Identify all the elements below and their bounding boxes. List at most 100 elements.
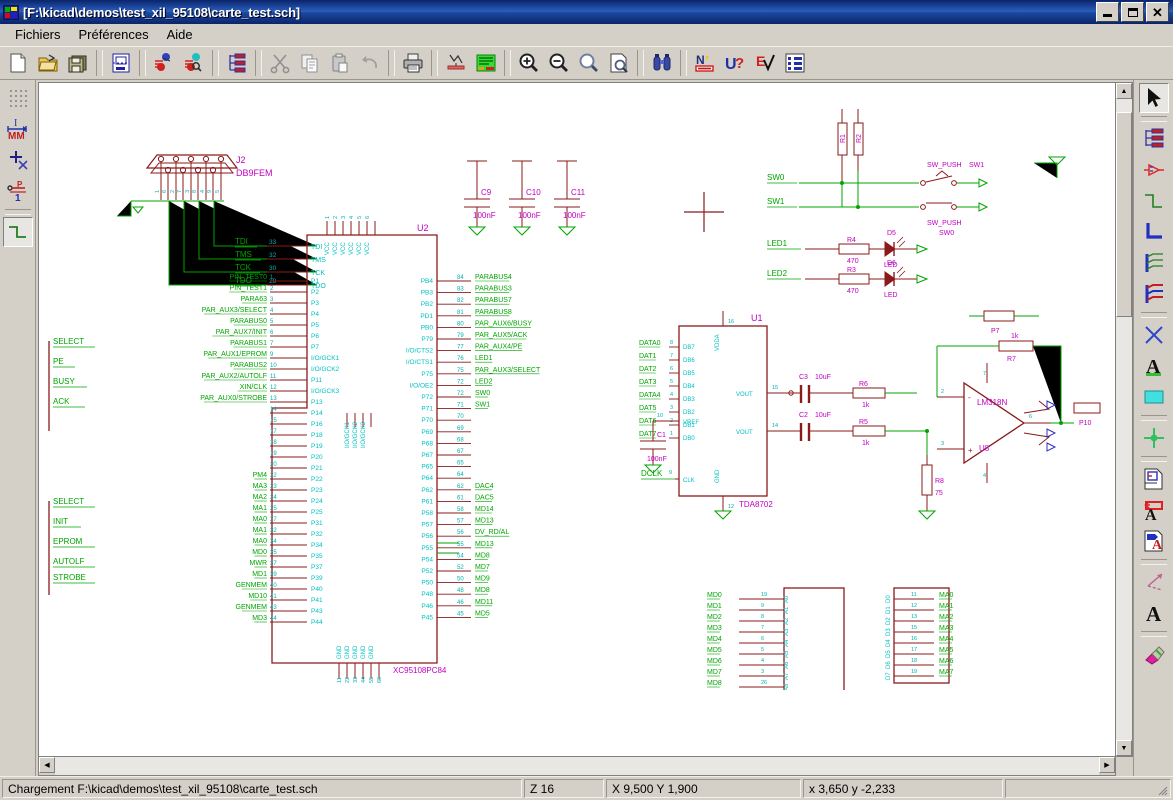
undo-button[interactable] [356, 49, 384, 77]
print-button[interactable] [399, 49, 427, 77]
scroll-left-button[interactable]: ◀ [39, 757, 55, 773]
pin-number: 45 [457, 611, 464, 617]
hierarchy-navigator-button[interactable] [223, 49, 251, 77]
toggle-grid-button[interactable] [3, 83, 33, 113]
scissors-icon [269, 52, 291, 74]
copy-button[interactable] [296, 49, 324, 77]
maximize-button[interactable] [1121, 2, 1144, 22]
svg-text:1k: 1k [862, 402, 870, 409]
save-schematic-button[interactable] [64, 49, 92, 77]
paste-button[interactable] [326, 49, 354, 77]
zoom-redraw-button[interactable] [575, 49, 603, 77]
menu-preferences[interactable]: Préférences [70, 25, 158, 44]
pin-name: D4 [886, 639, 892, 647]
svg-text:6: 6 [365, 216, 371, 219]
svg-text:INIT: INIT [53, 517, 68, 526]
pin-name: P48 [421, 591, 433, 598]
pin-name: D5 [886, 650, 892, 658]
scroll-up-button[interactable]: ▲ [1116, 83, 1132, 99]
hierarchy-push-tool-button[interactable] [1139, 124, 1169, 154]
window-title: [F:\kicad\demos\test_xil_95108\carte_tes… [23, 5, 1096, 20]
pin-name: A6 [784, 661, 790, 669]
erc-button[interactable]: U ? [721, 49, 749, 77]
schematic-canvas[interactable]: J2 DB9FEM 1 6 2 7 3 8 4 [38, 82, 1116, 757]
pin-name: D3 [886, 628, 892, 636]
library-editor-button[interactable] [150, 49, 178, 77]
run-pcbnew-button[interactable] [472, 49, 500, 77]
menu-aide[interactable]: Aide [158, 25, 202, 44]
pin-name: DB6 [683, 358, 695, 364]
horizontal-scrollbar[interactable]: ◀ ▶ [38, 757, 1116, 776]
place-graphic-line-button[interactable] [1139, 567, 1169, 597]
zoom-out-button[interactable] [545, 49, 573, 77]
pin-number: 40 [270, 583, 277, 589]
svg-text:LED: LED [884, 292, 898, 299]
delete-tool-button[interactable] [1139, 639, 1169, 669]
close-button[interactable]: ✕ [1146, 2, 1169, 22]
pin-label: PARABUS4 [475, 274, 512, 281]
arrow-cursor-icon [1142, 86, 1166, 110]
bom-button[interactable] [781, 49, 809, 77]
horizontal-scroll-thumb[interactable] [76, 757, 984, 775]
place-graphic-text-button[interactable]: A [1139, 598, 1169, 628]
import-hierarchical-pin-button[interactable]: A [1139, 495, 1169, 525]
pin-name: DB3 [683, 397, 695, 403]
pin-name: P69 [421, 429, 433, 436]
pin-name: P39 [311, 575, 323, 582]
zoom-in-button[interactable] [515, 49, 543, 77]
toggle-units-button[interactable]: I MM [3, 114, 33, 144]
svg-text:10: 10 [657, 413, 663, 419]
svg-text:C2: C2 [799, 412, 808, 419]
toggle-hidden-pins-button[interactable]: P 1 [3, 176, 33, 206]
toolbar-separator [1141, 415, 1167, 421]
pin-label: MA2 [253, 494, 268, 501]
pin-label: PARABUS1 [230, 340, 267, 347]
place-wire-to-bus-entry-button[interactable] [1139, 248, 1169, 278]
new-schematic-button[interactable] [4, 49, 32, 77]
netlist-button[interactable]: E [751, 49, 779, 77]
place-hierarchical-pin-button[interactable]: A [1139, 526, 1169, 556]
open-schematic-button[interactable] [34, 49, 62, 77]
toggle-cursor-shape-button[interactable] [3, 145, 33, 175]
vertical-scrollbar[interactable]: ▲ ▼ [1116, 82, 1133, 757]
find-button[interactable] [648, 49, 676, 77]
pin-name: DB7 [683, 345, 695, 351]
cut-button[interactable] [266, 49, 294, 77]
vertical-scroll-track[interactable] [1116, 99, 1132, 740]
place-hierarchical-sheet-button[interactable] [1139, 464, 1169, 494]
svg-text:22: 22 [345, 677, 351, 683]
place-wire-button[interactable] [1139, 186, 1169, 216]
wire-orientation-button[interactable] [3, 217, 33, 247]
minimize-button[interactable] [1096, 2, 1119, 22]
place-bus-to-bus-entry-button[interactable] [1139, 279, 1169, 309]
zoom-fit-button[interactable] [605, 49, 633, 77]
annotate-button[interactable]: N [691, 49, 719, 77]
add-label-a-icon: A [1142, 354, 1166, 378]
horizontal-scroll-track[interactable] [55, 757, 1099, 775]
menu-fichiers[interactable]: Fichiers [6, 25, 70, 44]
place-no-connect-button[interactable] [1139, 320, 1169, 350]
page-settings-button[interactable] [107, 49, 135, 77]
scroll-right-button[interactable]: ▶ [1099, 757, 1115, 773]
pin-number: 8 [761, 614, 764, 620]
place-junction-button[interactable] [1139, 423, 1169, 453]
scroll-down-button[interactable]: ▼ [1116, 740, 1132, 756]
pin-label: MD8 [475, 587, 490, 594]
place-component-button[interactable] [1139, 155, 1169, 185]
pin-name: A2 [784, 617, 790, 625]
pin-number: 15 [270, 418, 277, 424]
svg-text:7: 7 [177, 190, 183, 193]
toolbar-separator [5, 209, 31, 215]
place-label-button[interactable]: A [1139, 351, 1169, 381]
toolbar-separator [1141, 116, 1167, 122]
window-controls: ✕ [1096, 2, 1171, 22]
resize-grip-icon[interactable] [1156, 784, 1168, 796]
run-cvpcb-button[interactable] [442, 49, 470, 77]
library-browser-button[interactable] [180, 49, 208, 77]
select-tool-button[interactable] [1139, 83, 1169, 113]
place-global-label-button[interactable] [1139, 382, 1169, 412]
place-bus-button[interactable] [1139, 217, 1169, 247]
pin-label: MWR [250, 560, 268, 567]
pin-label: MD7 [707, 669, 722, 676]
vertical-scroll-thumb[interactable] [1116, 112, 1132, 317]
